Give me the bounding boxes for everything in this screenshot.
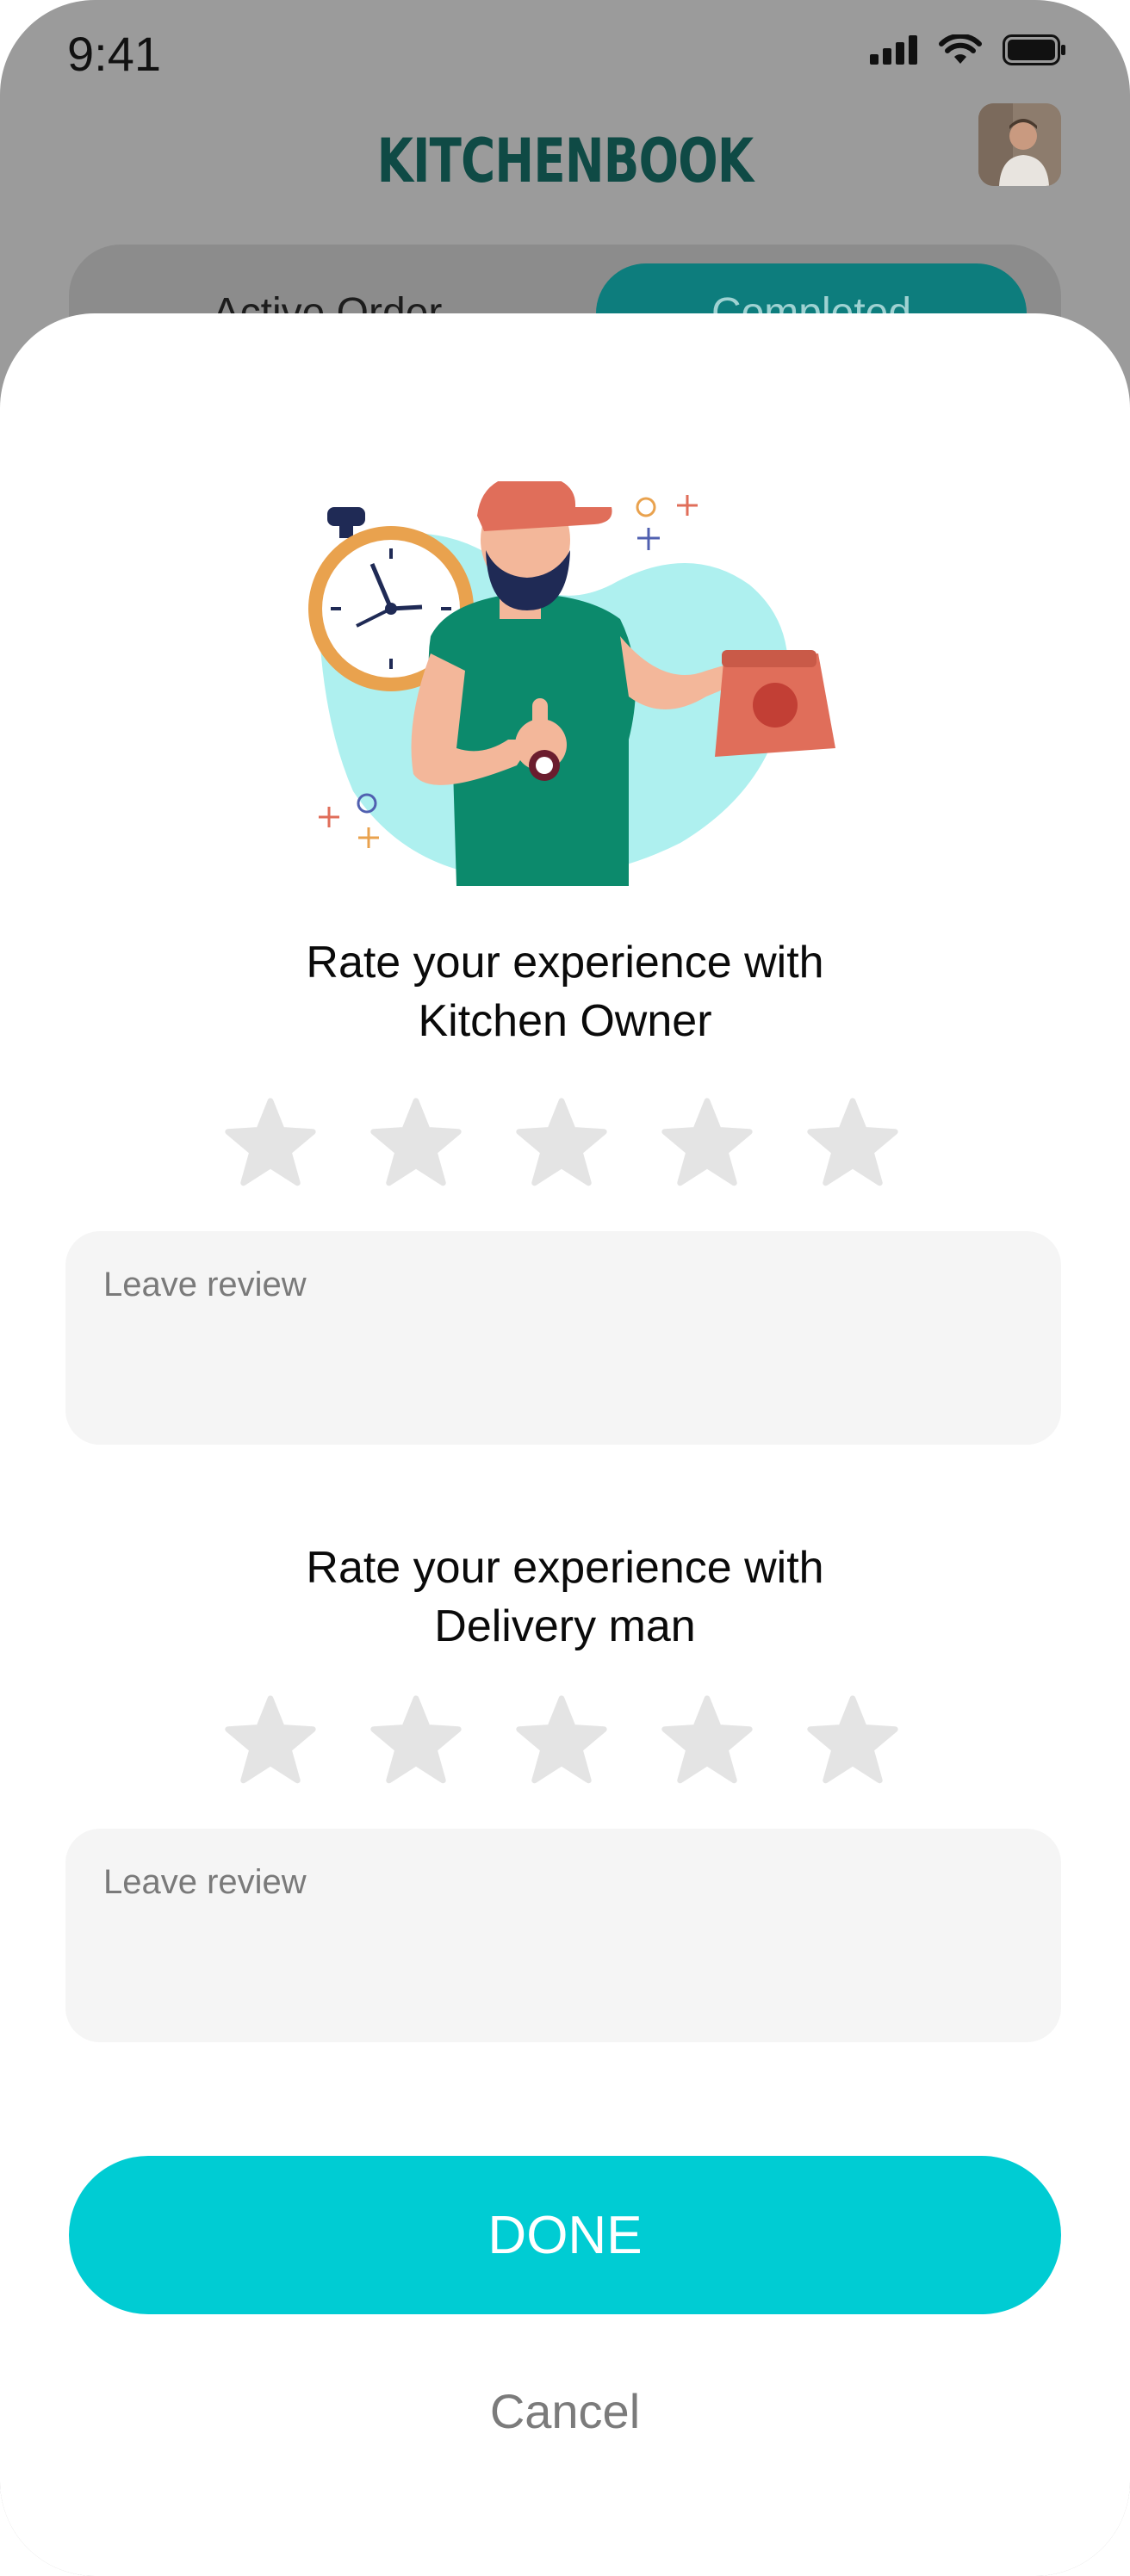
delivery-star-4-icon[interactable] <box>659 1693 755 1789</box>
rating-sheet: Rate your experience with Kitchen Owner … <box>0 313 1130 2576</box>
kitchen-review-input[interactable] <box>65 1231 1061 1445</box>
app-title: KITCHENBOOK <box>376 126 754 196</box>
kitchen-star-5-icon[interactable] <box>804 1095 901 1192</box>
phone-screen: 9:41 KITCHENBOOK Active Or <box>0 0 1130 2576</box>
kitchen-star-2-icon[interactable] <box>368 1095 464 1192</box>
delivery-review-input[interactable] <box>65 1829 1061 2042</box>
kitchen-star-1-icon[interactable] <box>222 1095 319 1192</box>
kitchen-rating-prompt: Rate your experience with Kitchen Owner <box>0 933 1130 1050</box>
kitchen-star-4-icon[interactable] <box>659 1095 755 1192</box>
delivery-prompt-line1: Rate your experience with <box>306 1543 824 1593</box>
delivery-man-illustration <box>308 481 835 886</box>
kitchen-star-3-icon[interactable] <box>513 1095 610 1192</box>
delivery-star-3-icon[interactable] <box>513 1693 610 1789</box>
wifi-icon <box>939 34 982 64</box>
status-time: 9:41 <box>67 27 161 81</box>
delivery-prompt-line2: Delivery man <box>434 1601 696 1651</box>
kitchen-star-rating <box>222 1095 911 1192</box>
delivery-star-2-icon[interactable] <box>368 1693 464 1789</box>
done-button[interactable]: DONE <box>69 2156 1061 2314</box>
cancel-button[interactable]: Cancel <box>393 2368 737 2454</box>
profile-avatar[interactable] <box>978 103 1061 186</box>
delivery-star-1-icon[interactable] <box>222 1693 319 1789</box>
status-icons <box>870 34 1066 65</box>
delivery-star-5-icon[interactable] <box>804 1693 901 1789</box>
delivery-rating-prompt: Rate your experience with Delivery man <box>0 1539 1130 1656</box>
cellular-signal-icon <box>870 35 917 65</box>
delivery-star-rating <box>222 1693 911 1789</box>
avatar-photo <box>978 103 1061 186</box>
kitchen-prompt-line1: Rate your experience with <box>306 938 824 988</box>
battery-icon <box>1003 34 1065 65</box>
kitchen-prompt-line2: Kitchen Owner <box>418 996 712 1046</box>
